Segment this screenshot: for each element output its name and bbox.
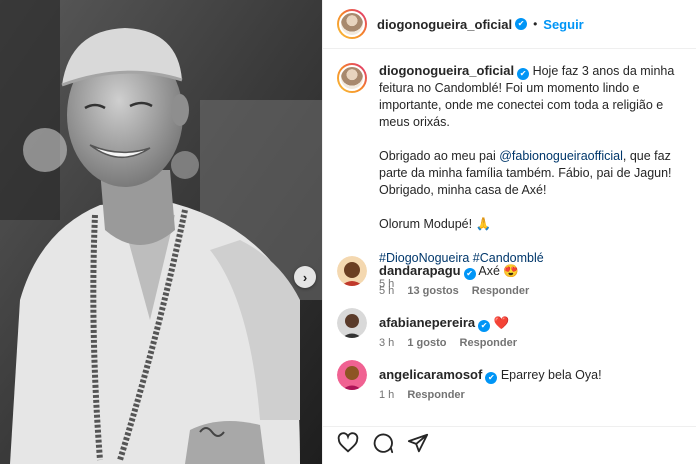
verified-icon: ✔ [478,320,491,332]
verified-icon: ✔ [463,268,476,280]
verified-icon: ✔ [515,18,528,30]
post-header: diogonogueira_oficial ✔ • Seguir [323,0,696,49]
next-photo-button[interactable]: › [294,266,316,288]
commenter-username[interactable]: afabianepereira [379,315,475,330]
chevron-right-icon: › [302,269,308,285]
comment-time[interactable]: 3 h [379,337,394,349]
caption-paragraph-2-start: Obrigado ao meu pai [379,149,500,163]
reply-button[interactable]: Responder [472,285,529,297]
post-side-panel: diogonogueira_oficial ✔ • Seguir diogono… [322,0,696,464]
caption-author-avatar[interactable] [337,63,367,93]
commenter-username[interactable]: dandarapagu [379,263,461,278]
comment-text: Axé 😍 [478,264,519,278]
commenter-avatar[interactable] [337,360,367,390]
commenter-avatar[interactable] [337,308,367,338]
caption-paragraph-3: Olorum Modupé! 🙏 [379,217,492,231]
comment-text: Eparrey bela Oya! [500,368,602,382]
mention-link[interactable]: @fabionogueiraofficial [499,149,623,163]
author-username[interactable]: diogonogueira_oficial [377,17,512,32]
comment-likes[interactable]: 1 gosto [407,337,446,349]
action-bar [323,426,696,464]
reply-button[interactable]: Responder [460,337,517,349]
comment-text: ❤️ [493,316,510,330]
comment-likes[interactable]: 13 gostos [407,285,458,297]
verified-icon: ✔ [485,372,498,384]
verified-icon: ✔ [517,68,530,80]
commenter-avatar[interactable] [337,256,367,286]
comment-icon[interactable] [372,432,394,459]
comment-time[interactable]: 1 h [379,389,394,401]
commenter-username[interactable]: angelicaramosof [379,367,482,382]
separator-dot: • [533,17,538,31]
author-avatar[interactable] [337,9,367,39]
caption-author-username[interactable]: diogonogueira_oficial [379,63,514,78]
comment-time[interactable]: 5 h [379,285,394,297]
follow-button[interactable]: Seguir [543,17,583,32]
share-icon[interactable] [407,432,429,459]
photo-illustration [0,0,322,464]
post-photo: › [0,0,322,464]
comment-item: angelicaramosof ✔ Eparrey bela Oya! 1 h R… [323,360,616,401]
reply-button[interactable]: Responder [407,389,464,401]
heart-icon[interactable] [337,432,359,459]
comment-item: dandarapagu ✔ Axé 😍 5 h 13 gostos Respond… [323,256,553,297]
comment-item: afabianepereira ✔ ❤️ 3 h 1 gosto Responde… [323,308,541,349]
